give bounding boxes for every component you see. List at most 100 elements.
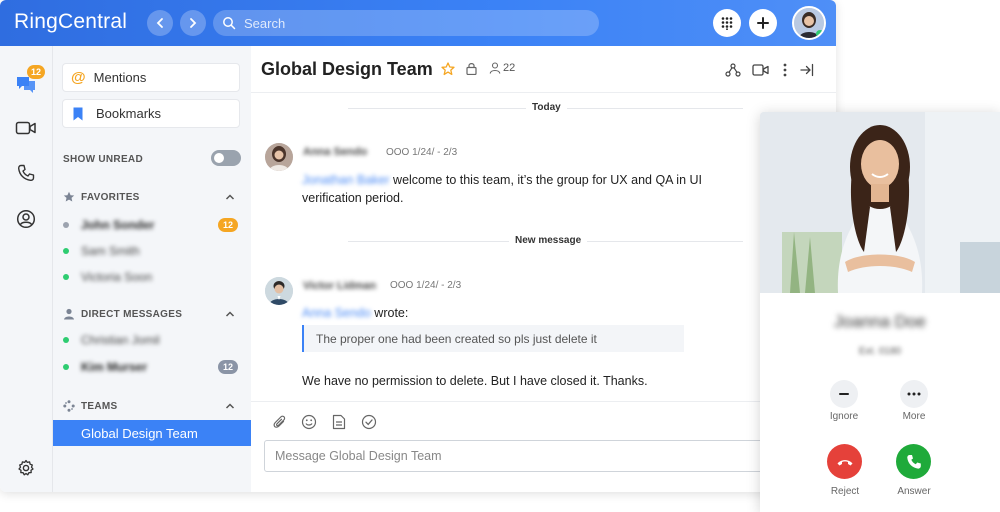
direct-messages-label: DIRECT MESSAGES xyxy=(81,308,183,320)
compose-area xyxy=(251,401,836,492)
message-author[interactable]: Anna Sendo xyxy=(303,146,367,158)
messages-badge: 12 xyxy=(27,65,45,79)
team-item-global-design-team[interactable]: Global Design Team xyxy=(53,420,251,446)
integrations-icon[interactable] xyxy=(725,63,741,77)
ignore-button[interactable] xyxy=(830,380,858,408)
rail-video[interactable] xyxy=(13,115,39,141)
chevron-up-icon[interactable] xyxy=(225,402,235,410)
wrote-text: wrote: xyxy=(374,306,409,320)
avatar[interactable] xyxy=(265,143,293,171)
more-button[interactable] xyxy=(900,380,928,408)
divider-new-message: New message xyxy=(509,235,588,246)
unread-badge: 12 xyxy=(218,218,238,232)
chevron-left-icon xyxy=(156,18,163,28)
ringcentral-logo: RingCentral xyxy=(14,10,128,33)
conversation-pane: Global Design Team 22 Today Anna Sendo O… xyxy=(251,46,836,492)
chevron-up-icon[interactable] xyxy=(225,193,235,201)
reject-label: Reject xyxy=(830,486,860,497)
contact-name: Sam Smith xyxy=(81,244,140,258)
forward-button[interactable] xyxy=(180,10,206,36)
mentions-item[interactable]: @ Mentions xyxy=(62,63,240,92)
collapse-panel-icon[interactable] xyxy=(800,63,814,77)
attach-button[interactable] xyxy=(270,412,290,432)
user-avatar[interactable] xyxy=(792,6,826,40)
ignore-label: Ignore xyxy=(829,411,859,422)
answer-label: Answer xyxy=(897,486,931,497)
gear-icon xyxy=(18,459,34,476)
answer-button[interactable] xyxy=(896,444,931,479)
dialpad-button[interactable] xyxy=(713,9,741,37)
plus-icon xyxy=(757,17,769,29)
message-time: OOO 1/24/ - 2/3 xyxy=(386,147,458,158)
status-dot xyxy=(63,337,69,343)
chevron-right-icon xyxy=(190,18,197,28)
teams-label: TEAMS xyxy=(81,400,118,412)
smiley-icon xyxy=(301,414,317,430)
search-bar[interactable] xyxy=(213,10,599,36)
emoji-button[interactable] xyxy=(299,412,319,432)
video-call-icon[interactable] xyxy=(752,64,769,76)
favorites-header[interactable]: FAVORITES xyxy=(63,191,140,203)
lock-icon[interactable] xyxy=(466,62,477,75)
author-photo-icon xyxy=(265,277,293,305)
favorite-item-1[interactable]: John Sonder 12 xyxy=(63,215,243,235)
new-action-button[interactable] xyxy=(749,9,777,37)
show-unread-label: SHOW UNREAD xyxy=(63,154,143,165)
divider-today: Today xyxy=(526,102,567,113)
caller-photo xyxy=(760,112,1000,293)
person-icon xyxy=(64,308,74,320)
author-photo-icon xyxy=(265,143,293,171)
contacts-icon xyxy=(16,209,36,229)
contact-name: Christian Jomil xyxy=(81,333,160,347)
nav-rail: 12 xyxy=(0,46,53,492)
message-author[interactable]: Victor Lidman xyxy=(303,280,376,292)
direct-message-item-2[interactable]: Kim Murser 12 xyxy=(63,357,243,377)
reject-button[interactable] xyxy=(827,444,862,479)
back-button[interactable] xyxy=(147,10,173,36)
rail-settings[interactable] xyxy=(13,455,39,481)
chevron-up-icon[interactable] xyxy=(225,310,235,318)
more-horizontal-icon xyxy=(907,392,921,396)
caller-extension: Ext. 0180 xyxy=(858,346,902,357)
phone-answer-icon xyxy=(906,454,921,469)
rail-phone[interactable] xyxy=(13,160,39,186)
message-header-line: Anna Sendo wrote: xyxy=(302,304,408,322)
task-button[interactable] xyxy=(359,412,379,432)
search-input[interactable] xyxy=(242,14,586,32)
conversation-header: Global Design Team 22 xyxy=(251,46,836,93)
member-count[interactable]: 22 xyxy=(489,62,515,74)
message-input[interactable] xyxy=(264,440,784,472)
mention-link[interactable]: Jonathan Baker xyxy=(302,173,390,187)
favorites-label: FAVORITES xyxy=(81,191,140,203)
note-button[interactable] xyxy=(329,412,349,432)
video-icon xyxy=(15,121,36,135)
phone-icon xyxy=(17,164,35,182)
incoming-call-card: Joanna Doe Ext. 0180 Ignore More Reject … xyxy=(760,112,1000,512)
favorite-item-2[interactable]: Sam Smith xyxy=(63,241,243,261)
minus-icon xyxy=(839,393,849,395)
member-count-value: 22 xyxy=(503,62,516,74)
contact-name: John Sonder xyxy=(81,218,155,232)
favorite-item-3[interactable]: Victoria Soon xyxy=(63,267,243,287)
direct-messages-header[interactable]: DIRECT MESSAGES xyxy=(63,308,182,320)
mention-link[interactable]: Anna Sendo xyxy=(302,306,371,320)
message-time: OOO 1/24/ - 2/3 xyxy=(390,280,462,291)
avatar[interactable] xyxy=(265,277,293,305)
at-sign-icon: @ xyxy=(71,69,86,86)
favorite-star-icon[interactable] xyxy=(441,62,455,76)
bookmarks-item[interactable]: Bookmarks xyxy=(62,99,240,128)
teams-header[interactable]: TEAMS xyxy=(63,400,118,412)
message-body: Jonathan Baker welcome to this team, it’… xyxy=(302,171,702,207)
show-unread-toggle[interactable] xyxy=(211,150,241,166)
direct-message-item-1[interactable]: Christian Jomil xyxy=(63,330,243,350)
rail-contacts[interactable] xyxy=(13,206,39,232)
members-icon xyxy=(489,62,501,74)
more-label: More xyxy=(902,411,926,422)
rail-messages[interactable]: 12 xyxy=(13,65,45,97)
more-vertical-icon[interactable] xyxy=(783,63,787,77)
caller-name: Joanna Doe xyxy=(834,312,926,331)
bookmarks-label: Bookmarks xyxy=(96,106,162,121)
mentions-label: Mentions xyxy=(93,70,147,85)
status-dot xyxy=(63,364,69,370)
quoted-message: The proper one had been created so pls j… xyxy=(302,325,684,352)
